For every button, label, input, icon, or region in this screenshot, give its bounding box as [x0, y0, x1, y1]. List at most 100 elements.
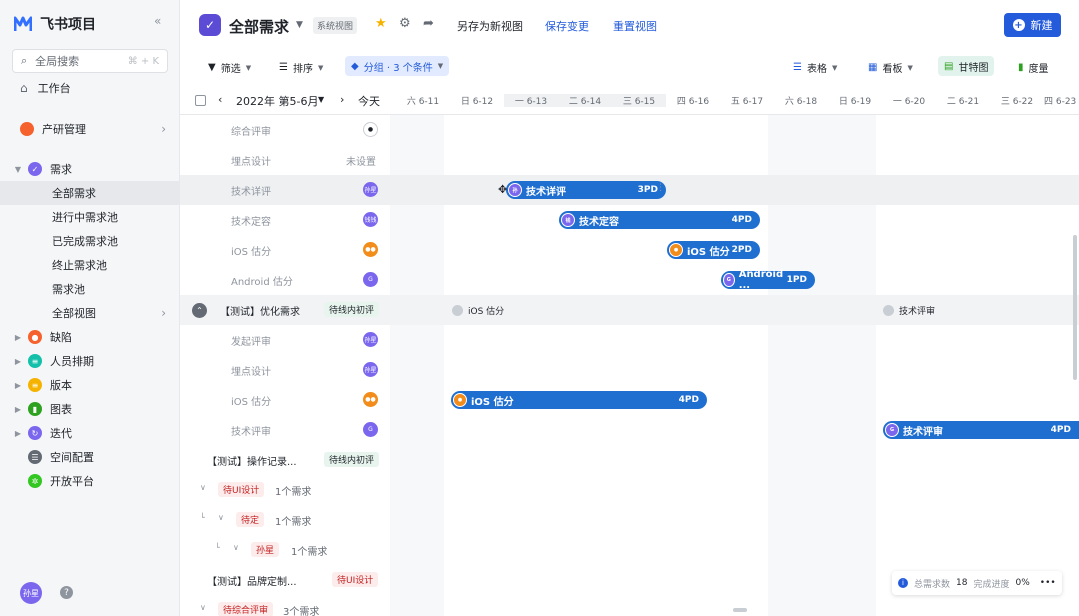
sidebar-item-schedule[interactable]: ▶ ≡ 人员排期 — [0, 349, 180, 373]
sidebar-item-product[interactable]: 产研管理 › — [0, 117, 180, 141]
avatar[interactable]: G — [363, 272, 378, 287]
gantt-bar[interactable]: G Android ... 1PD — [721, 269, 815, 291]
subgroup-row[interactable]: └ ∨ 孙星 1个需求 — [180, 535, 1079, 565]
page-title[interactable]: 全部需求 — [229, 16, 289, 37]
sidebar-item-all-requirements[interactable]: 全部需求 — [0, 181, 180, 205]
reset-view-button[interactable]: 重置视图 — [613, 18, 657, 34]
avatar[interactable]: ● — [363, 122, 378, 137]
avatar[interactable]: ●● — [363, 242, 378, 257]
gantt-bar[interactable]: ● iOS 估分 4PD — [451, 391, 707, 409]
gantt-bar[interactable]: ● iOS 估分 2PD — [667, 241, 760, 259]
table-row[interactable]: 技术评审 G G 技术评审 4PD — [180, 415, 1079, 445]
gear-icon[interactable]: ⚙ — [399, 16, 411, 31]
requirement-title[interactable]: 【测试】操作记录... — [207, 453, 297, 468]
table-row[interactable]: 埋点设计 未设置 — [180, 145, 1079, 175]
table-row[interactable]: 埋点设计 孙星 — [180, 355, 1079, 385]
group-row[interactable]: ⌃ 【测试】优化需求 待线内初评 iOS 估分 技术评审 — [180, 295, 1079, 325]
chevron-down-icon[interactable]: ∨ — [200, 603, 206, 612]
requirement-title[interactable]: 【测试】品牌定制... — [207, 573, 297, 588]
table-row[interactable]: 综合评审 ● — [180, 115, 1079, 145]
help-icon[interactable]: ? — [60, 586, 73, 599]
subgroup-row[interactable]: ∨ 待UI设计 1个需求 — [180, 475, 1079, 505]
save-as-new-view-button[interactable]: 另存为新视图 — [457, 18, 523, 34]
table-row[interactable]: iOS 估分 ●● ● iOS 估分 2PD — [180, 235, 1079, 265]
status-badge[interactable]: 待UI设计 — [332, 572, 379, 587]
new-button[interactable]: + 新建 — [1004, 13, 1061, 37]
sidebar-item-pool[interactable]: 需求池 — [0, 277, 180, 301]
sidebar-item-completed[interactable]: 已完成需求池 — [0, 229, 180, 253]
more-icon[interactable]: ••• — [1040, 578, 1056, 588]
sidebar-item-all-views[interactable]: 全部视图 › — [0, 301, 180, 325]
avatar[interactable]: G — [363, 422, 378, 437]
owner-unset[interactable]: 未设置 — [346, 153, 376, 168]
milestone[interactable]: iOS 估分 — [452, 304, 504, 317]
sidebar-item-requirements[interactable]: ▼ ✓ 需求 — [0, 157, 180, 181]
gantt-bar[interactable]: 孙 技术详评 3PD — [506, 181, 666, 199]
next-period-button[interactable]: › — [340, 93, 344, 106]
measure-view-button[interactable]: ▮ 度量 — [1018, 60, 1049, 75]
sidebar-item-workbench[interactable]: ⌂ 工作台 — [0, 76, 180, 100]
sort-button[interactable]: ☰ 排序 ▼ — [279, 60, 323, 75]
status-badge[interactable]: 待线内初评 — [324, 452, 380, 467]
horizontal-scrollbar[interactable] — [733, 608, 747, 612]
caret-right-icon: ▶ — [14, 332, 22, 342]
collapse-sidebar-button[interactable]: « — [154, 14, 161, 28]
sidebar-item-version[interactable]: ▶ ≡ 版本 — [0, 373, 180, 397]
bar-duration: 3PD — [637, 185, 658, 195]
chevron-down-icon[interactable]: ∨ — [233, 543, 239, 552]
chevron-down-icon[interactable]: ∨ — [218, 513, 224, 522]
save-changes-button[interactable]: 保存变更 — [545, 18, 589, 34]
table-row[interactable]: iOS 估分 ●● ● iOS 估分 4PD — [180, 385, 1079, 415]
drag-handle-icon[interactable]: ⋮ — [656, 183, 665, 193]
avatar[interactable]: 钱钱 — [363, 212, 378, 227]
sidebar-item-open-platform[interactable]: ✲ 开放平台 — [0, 469, 180, 493]
caret-down-icon: ▼ — [907, 63, 913, 72]
status-badge[interactable]: 待定 — [236, 512, 265, 527]
avatar[interactable]: 孙星 — [363, 332, 378, 347]
status-badge[interactable]: 待UI设计 — [218, 482, 265, 497]
select-all-checkbox[interactable] — [195, 95, 206, 106]
title-dropdown-icon[interactable]: ▼ — [296, 20, 303, 30]
kanban-view-button[interactable]: ▦ 看板 ▼ — [868, 60, 913, 75]
date-range-dropdown-icon[interactable]: ▼ — [318, 95, 324, 104]
collapse-group-icon[interactable]: ⌃ — [192, 303, 207, 318]
sidebar-item-iteration[interactable]: ▶ ↻ 迭代 — [0, 421, 180, 445]
avatar[interactable]: ●● — [363, 392, 378, 407]
share-icon[interactable]: ➦ — [423, 16, 434, 31]
gantt-bar[interactable]: 钱 技术定容 4PD — [559, 211, 760, 229]
app-logo[interactable]: 飞书项目 — [14, 14, 96, 34]
table-row[interactable]: Android 估分 G G Android ... 1PD — [180, 265, 1079, 295]
requirement-title[interactable]: 【测试】优化需求 — [220, 303, 300, 318]
sidebar-item-in-progress[interactable]: 进行中需求池 — [0, 205, 180, 229]
status-badge[interactable]: 待线内初评 — [324, 302, 380, 317]
prev-period-button[interactable]: ‹ — [218, 93, 222, 106]
milestone[interactable]: 技术评审 — [883, 304, 935, 317]
date-range-label[interactable]: 2022年 第5-6月 — [236, 93, 318, 109]
subgroup-row[interactable]: └ ∨ 待定 1个需求 — [180, 505, 1079, 535]
vertical-scrollbar[interactable] — [1073, 235, 1077, 380]
group-button[interactable]: ◆ 分组 · 3 个条件 ▼ — [345, 56, 450, 76]
gantt-view-button[interactable]: ▤ 甘特图 — [938, 56, 995, 76]
table-row[interactable]: 技术定容 钱钱 钱 技术定容 4PD — [180, 205, 1079, 235]
table-view-button[interactable]: ☰ 表格 ▼ — [793, 60, 837, 75]
avatar[interactable]: 孙星 — [363, 182, 378, 197]
table-row[interactable]: 发起评审 孙星 — [180, 325, 1079, 355]
table-row[interactable]: 技术详评 孙星 孙 技术详评 3PD ✥ ⋮ — [180, 175, 1079, 205]
sort-icon: ☰ — [279, 62, 288, 73]
today-button[interactable]: 今天 — [358, 93, 380, 109]
star-icon[interactable]: ★ — [375, 16, 387, 31]
sidebar-item-bugs[interactable]: ▶ ● 缺陷 — [0, 325, 180, 349]
sidebar-item-space-config[interactable]: ☰ 空间配置 — [0, 445, 180, 469]
owner-badge[interactable]: 孙星 — [251, 542, 280, 557]
gantt-bar[interactable]: G 技术评审 4PD — [883, 421, 1079, 439]
sidebar-item-charts[interactable]: ▶ ▮ 图表 — [0, 397, 180, 421]
sidebar-item-terminated[interactable]: 终止需求池 — [0, 253, 180, 277]
subgroup-row[interactable]: ∨ 待综合评审 3个需求 — [180, 595, 1079, 616]
group-row[interactable]: 【测试】操作记录... 待线内初评 — [180, 445, 1079, 475]
global-search[interactable]: ⌕ 全局搜索 ⌘ + K — [12, 49, 168, 73]
user-avatar[interactable]: 孙星 — [20, 582, 42, 604]
filter-button[interactable]: ▼ 筛选 ▼ — [208, 60, 251, 75]
chevron-down-icon[interactable]: ∨ — [200, 483, 206, 492]
avatar[interactable]: 孙星 — [363, 362, 378, 377]
status-badge[interactable]: 待综合评审 — [218, 602, 274, 616]
